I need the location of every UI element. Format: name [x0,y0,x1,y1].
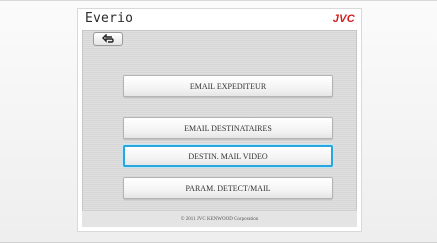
email-expediteur-button[interactable]: EMAIL EXPEDITEUR [123,75,333,97]
app-window: Everio JVC EMAIL EXPEDITEUR EMAIL DESTIN… [78,9,361,231]
header-bar: Everio JVC [78,9,361,30]
menu-panel: EMAIL EXPEDITEUR EMAIL DESTINATAIRES DES… [82,30,357,227]
back-arrow-icon [102,34,114,43]
app-title: Everio [85,11,134,26]
brand-logo: JVC [332,13,355,25]
copyright-footer: © 2011 JVC KENWOOD Corporation [82,210,357,227]
param-detect-mail-button[interactable]: PARAM. DETECT/MAIL [123,177,333,199]
back-button[interactable] [93,32,123,46]
destin-mail-video-button[interactable]: DESTIN. MAIL VIDEO [123,145,333,167]
email-destinataires-button[interactable]: EMAIL DESTINATAIRES [123,117,333,139]
